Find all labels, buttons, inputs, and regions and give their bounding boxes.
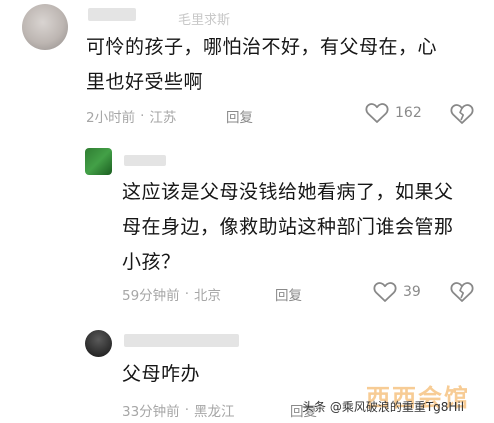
dislike-button[interactable] <box>450 281 474 307</box>
like-button[interactable]: 39 <box>373 281 421 303</box>
like-count: 162 <box>395 105 422 121</box>
meta-separator: · <box>140 108 145 124</box>
timestamp: 33分钟前 <box>122 404 180 420</box>
comment-text-line: 里也好受些啊 <box>86 71 204 93</box>
broken-heart-icon <box>450 282 474 307</box>
comment-meta: 33分钟前 · 黑龙江 <box>122 400 234 420</box>
heart-icon <box>373 281 397 303</box>
location: 黑龙江 <box>193 404 235 420</box>
reply-button[interactable]: 回复 <box>275 284 302 304</box>
meta-separator: · <box>184 402 189 418</box>
like-count: 39 <box>403 284 421 300</box>
watermark-text: 头条 @乘风破浪的重重Tg8Hil <box>302 400 465 414</box>
comment-text-line: 可怜的孩子，哪怕治不好，有父母在，心 <box>86 36 438 58</box>
avatar[interactable] <box>85 148 112 175</box>
comment-meta: 59分钟前 · 北京 <box>122 284 221 304</box>
username-redacted <box>124 155 166 166</box>
broken-heart-icon <box>450 104 474 129</box>
dislike-button[interactable] <box>450 103 474 129</box>
comment-text-line: 父母咋办 <box>122 363 201 385</box>
location: 北京 <box>193 288 221 304</box>
avatar[interactable] <box>22 4 68 50</box>
comment-text-line: 小孩？ <box>122 251 181 273</box>
timestamp: 59分钟前 <box>122 288 180 304</box>
username-redacted <box>88 8 136 21</box>
username-redacted <box>124 334 239 347</box>
meta-separator: · <box>184 286 189 302</box>
comment-meta: 2小时前 · 江苏 <box>86 106 176 126</box>
timestamp: 2小时前 <box>86 110 136 126</box>
like-button[interactable]: 162 <box>365 102 422 124</box>
avatar[interactable] <box>85 330 112 357</box>
comment-thread: 毛里求斯 可怜的孩子，哪怕治不好，有父母在，心 里也好受些啊 2小时前 · 江苏… <box>0 0 494 423</box>
faded-username: 毛里求斯 <box>178 13 231 28</box>
comment-text-line: 母在身边，像救助站这种部门谁会管那 <box>122 216 454 238</box>
heart-icon <box>365 102 389 124</box>
comment-text-line: 这应该是父母没钱给她看病了，如果父 <box>122 181 454 203</box>
location: 江苏 <box>149 110 177 126</box>
reply-button[interactable]: 回复 <box>226 106 253 126</box>
